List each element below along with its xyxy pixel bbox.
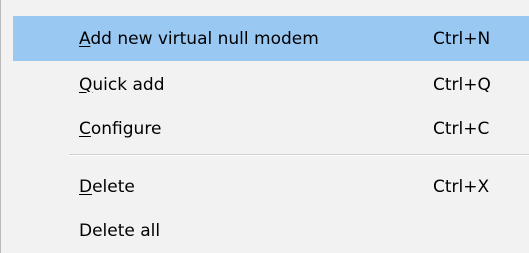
mnemonic-letter: C [79,118,91,139]
menu-item-quick-add[interactable]: Quick add Ctrl+Q [13,62,529,107]
menu-item-label: Quick add [79,75,164,95]
menu-item-label: Delete all [79,221,160,241]
menu-item-label: Delete [79,177,135,197]
menu-item-shortcut: Ctrl+N [433,28,491,49]
menu-item-shortcut: Ctrl+Q [433,74,491,95]
context-menu: Add new virtual null modem Ctrl+N Quick … [0,0,529,253]
menu-item-configure[interactable]: Configure Ctrl+C [13,106,529,151]
menu-item-shortcut: Ctrl+C [433,118,490,139]
label-text: elete [92,176,135,197]
menu-item-label: Configure [79,119,161,139]
menu-item-shortcut: Ctrl+X [433,176,490,197]
mnemonic-letter: A [79,28,91,49]
mnemonic-letter: Q [79,74,93,95]
menu-item-add-new-virtual-null-modem[interactable]: Add new virtual null modem Ctrl+N [13,16,529,61]
label-text: onfigure [90,118,162,139]
label-text: dd new virtual null modem [90,28,319,49]
menu-separator-highlight [69,155,529,156]
menu-item-label: Add new virtual null modem [79,29,319,49]
menu-item-delete-all[interactable]: Delete all [13,208,529,253]
label-text: Delete all [79,220,161,241]
label-text: uick add [92,74,165,95]
mnemonic-letter: D [79,176,93,197]
menu-item-delete[interactable]: Delete Ctrl+X [13,164,529,209]
